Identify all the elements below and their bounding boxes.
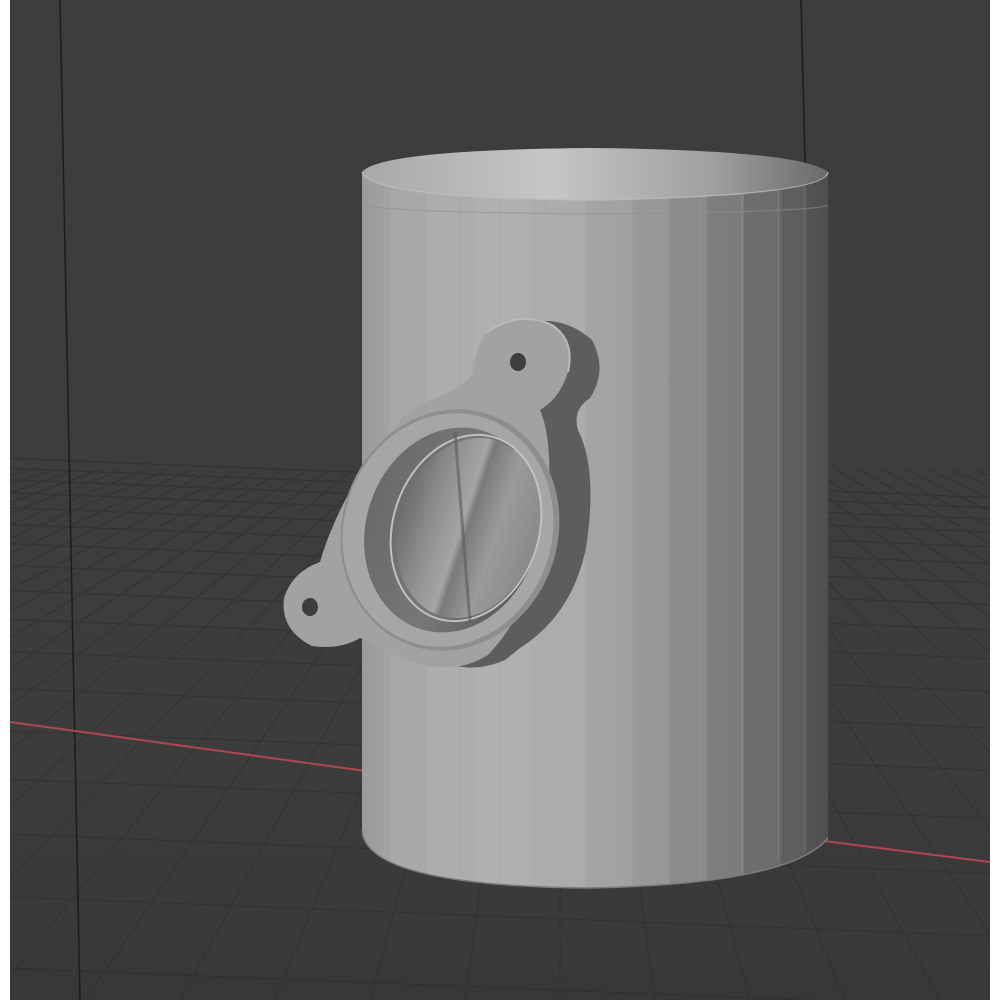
viewport-canvas[interactable] [0,0,1000,1000]
3d-viewport[interactable] [0,0,1000,1000]
flange-bolt-hole-top [510,353,526,371]
pipe-model[interactable] [283,148,829,889]
flange-bolt-hole-bottom [302,598,318,616]
